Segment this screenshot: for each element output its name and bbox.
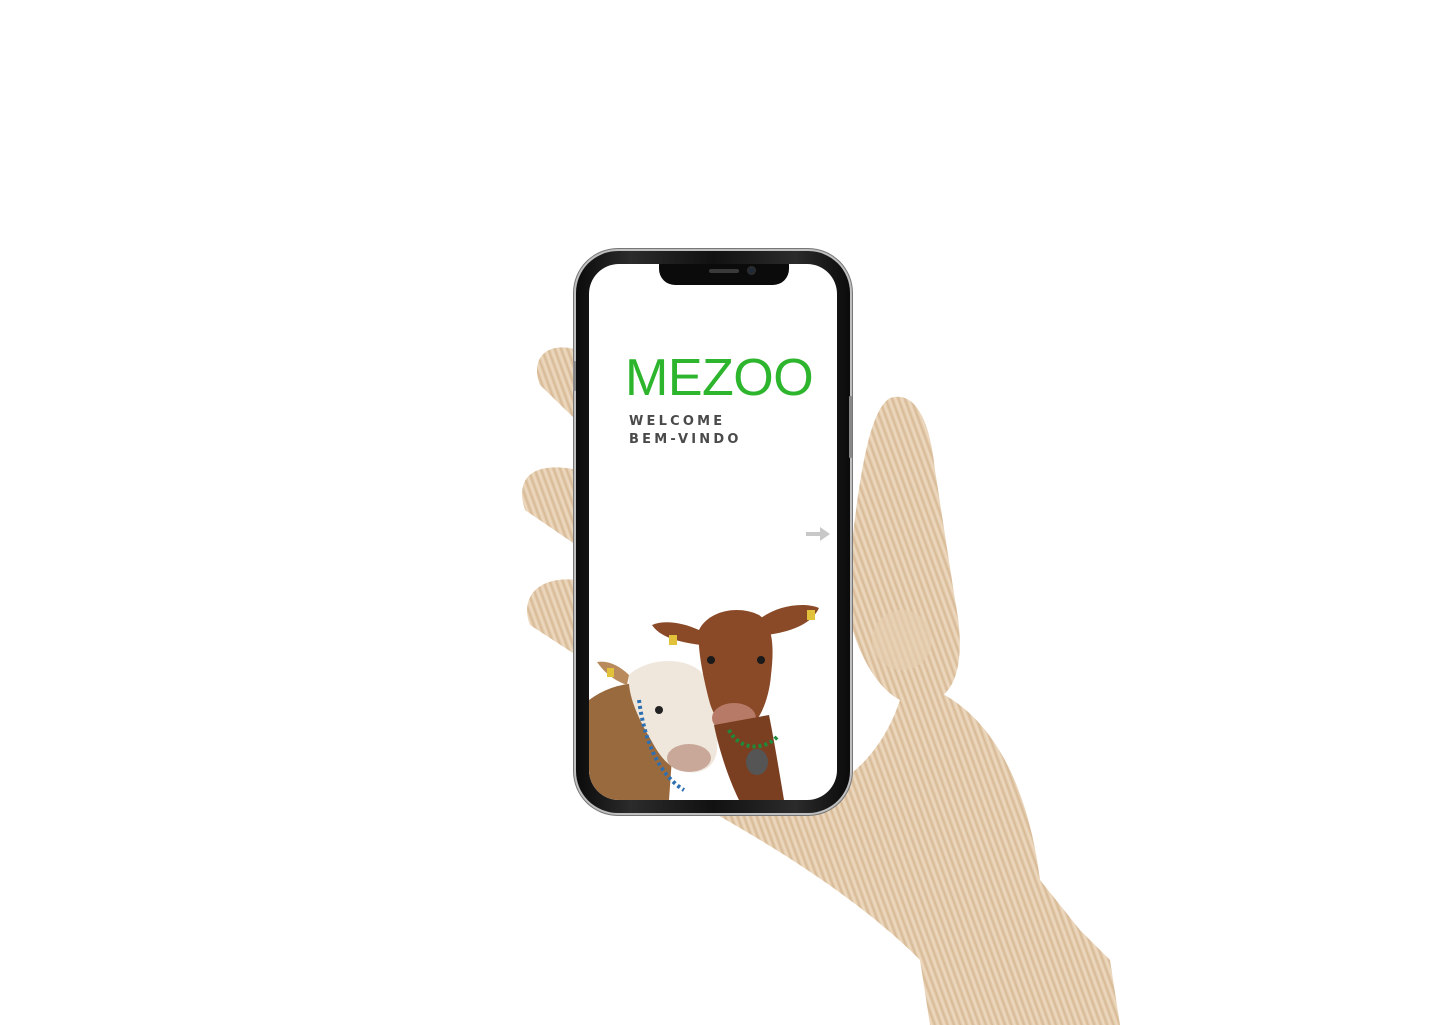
next-button[interactable] <box>804 524 834 544</box>
brand-logo-text: MEZOO <box>625 349 814 407</box>
phone-device: MEZOO WELCOME BEM-VINDO <box>573 251 852 813</box>
speaker-grille <box>709 269 739 273</box>
front-camera <box>747 266 756 275</box>
welcome-text-en: WELCOME <box>629 414 726 429</box>
phone-side-button <box>849 396 852 458</box>
arrow-right-icon <box>806 527 830 541</box>
welcome-text-pt: BEM-VINDO <box>629 432 742 447</box>
cows-photo <box>589 605 819 800</box>
mockup-scene: MEZOO WELCOME BEM-VINDO <box>0 0 1449 1025</box>
phone-notch <box>659 264 789 285</box>
app-screen: MEZOO WELCOME BEM-VINDO <box>589 264 837 800</box>
phone-volume-button <box>573 361 576 391</box>
